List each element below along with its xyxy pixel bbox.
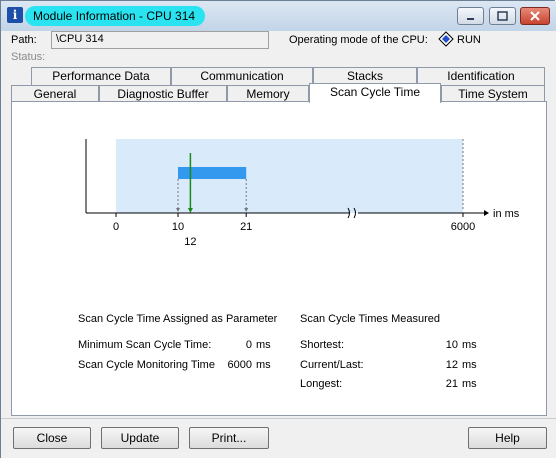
x-tick-label: 21: [240, 221, 252, 233]
button-row-separator: [1, 418, 556, 419]
close-icon: [530, 11, 540, 21]
assigned-heading: Scan Cycle Time Assigned as Parameter: [78, 313, 278, 325]
close-window-button[interactable]: [520, 7, 550, 25]
monitoring-time-label: Scan Cycle Monitoring Time: [78, 359, 215, 371]
module-information-window: i Module Information - CPU 314 Path: \CP…: [0, 0, 556, 458]
title-bar: i Module Information - CPU 314: [1, 1, 556, 31]
min-scan-cycle-value: 0: [245, 339, 252, 351]
measured-range-bar: [178, 167, 247, 179]
window-title: Module Information - CPU 314: [33, 9, 196, 23]
maximize-icon: [497, 11, 508, 21]
min-scan-cycle-label: Minimum Scan Cycle Time:: [78, 339, 212, 351]
monitoring-time-unit: ms: [256, 359, 271, 371]
tab-performance-data[interactable]: Performance Data: [31, 67, 171, 85]
path-field: \CPU 314: [51, 31, 269, 49]
run-state-icon: [438, 31, 454, 47]
measured-heading: Scan Cycle Times Measured: [300, 313, 440, 325]
shortest-label: Shortest:: [300, 339, 345, 351]
current-label: Current/Last:: [300, 359, 364, 371]
scan-cycle-chart: 0 10 21 6000 12 in ms: [85, 139, 520, 248]
close-button[interactable]: Close: [13, 427, 91, 449]
tab-communication[interactable]: Communication: [171, 67, 313, 85]
axis-unit-label: in ms: [493, 208, 520, 220]
current-unit: ms: [462, 359, 477, 371]
operating-mode-label: Operating mode of the CPU:: [289, 34, 428, 46]
status-label: Status:: [11, 51, 46, 63]
path-value: \CPU 314: [56, 33, 104, 45]
x-tick-label: 10: [172, 221, 184, 233]
current-value-label: 12: [184, 236, 196, 248]
scan-cycle-time-panel: 0 10 21 6000 12 in ms Scan Cycle Time Assigne…: [11, 101, 547, 416]
current-value: 12: [445, 359, 458, 371]
tab-scan-cycle-time[interactable]: Scan Cycle Time: [309, 83, 441, 103]
minimize-icon: [467, 18, 474, 20]
minimize-button[interactable]: [457, 7, 484, 25]
print-button[interactable]: Print...: [189, 427, 269, 449]
path-label: Path:: [11, 34, 37, 46]
monitoring-range: [116, 139, 463, 213]
x-tick-label: 0: [113, 221, 119, 233]
min-scan-cycle-unit: ms: [256, 339, 271, 351]
longest-unit: ms: [462, 378, 477, 390]
longest-label: Longest:: [300, 378, 343, 390]
help-button[interactable]: Help: [468, 427, 547, 449]
x-axis-arrow: [484, 210, 489, 216]
x-tick-label: 6000: [451, 221, 475, 233]
shortest-value: 10: [445, 339, 458, 351]
operating-mode-value: RUN: [457, 34, 481, 46]
monitoring-time-value: 6000: [227, 359, 252, 371]
dialog-content: Path: \CPU 314 Operating mode of the CPU…: [1, 31, 556, 458]
shortest-unit: ms: [462, 339, 477, 351]
maximize-button[interactable]: [489, 7, 516, 25]
info-icon: i: [7, 7, 23, 23]
longest-value: 21: [445, 378, 458, 390]
update-button[interactable]: Update: [101, 427, 179, 449]
